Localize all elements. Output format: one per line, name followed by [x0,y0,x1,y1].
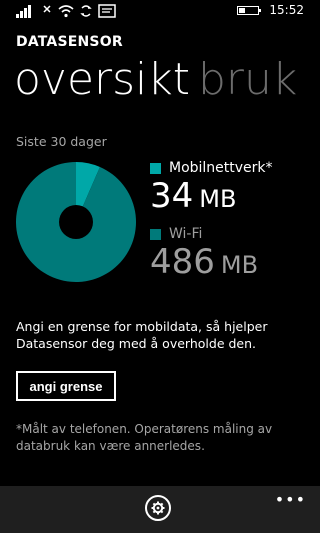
wifi-icon [58,5,74,18]
wifi-unit: MB [220,251,259,279]
mobile-swatch [150,162,161,174]
limit-info-text: Angi en grense for mobildata, så hjelper… [16,319,268,351]
mobile-label: Mobilnettverk* [169,160,273,176]
gear-icon [151,501,165,515]
donut-hole [59,205,93,239]
pivot-tab-oversikt[interactable]: oversikt [14,54,190,105]
more-options-button[interactable]: ••• [275,490,306,509]
signal-icon [16,5,31,18]
app-title: DATASENSOR [16,34,123,50]
data-sync-icon [80,5,92,17]
mobile-unit: MB [199,185,237,213]
battery-icon [237,5,262,15]
settings-button[interactable] [145,495,171,521]
usage-donut-chart [16,162,136,282]
status-bar: 15:52 [0,0,320,22]
wifi-value: 486 [150,242,215,282]
no-sim-icon [43,5,51,13]
wifi-usage: Wi-Fi 486 MB [150,226,258,281]
footnote: *Målt av telefonen. Operatørens måling a… [16,422,273,453]
mobile-usage: Mobilnettverk* 34 MB [150,160,273,215]
status-icons [16,4,116,18]
mobile-value: 34 [150,176,194,216]
wifi-label: Wi-Fi [169,226,203,242]
pivot-header: oversikt bruk [14,54,297,107]
wifi-swatch [150,228,161,240]
app-bar: ••• [0,486,320,533]
message-icon [98,4,116,18]
pivot-tab-bruk[interactable]: bruk [198,54,297,105]
set-limit-button[interactable]: angi grense [16,371,116,401]
status-time: 15:52 [269,3,304,17]
period-label: Siste 30 dager [16,134,107,149]
